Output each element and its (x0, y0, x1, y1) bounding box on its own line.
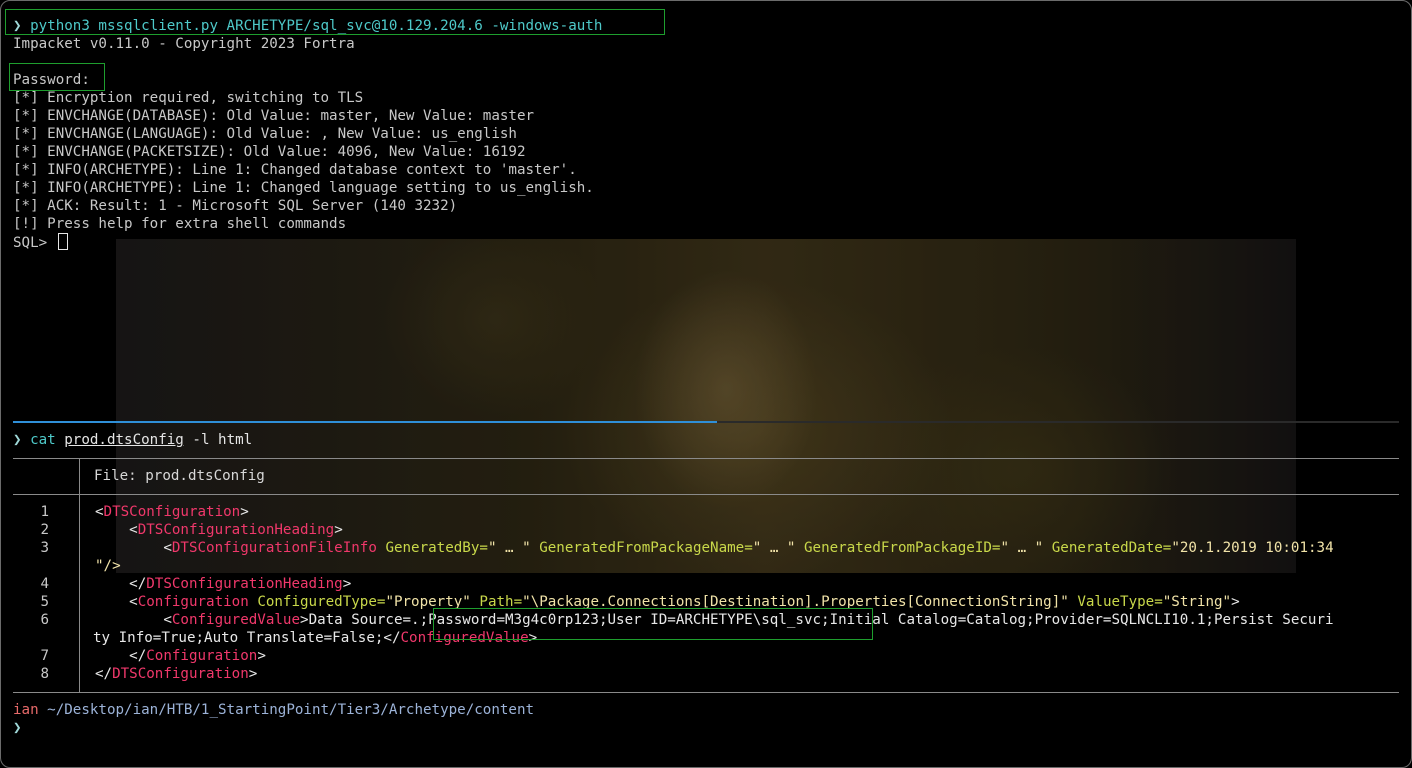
line-number: 8 (40, 666, 49, 682)
code-line-7: </Configuration> (129, 648, 266, 664)
progress-bar (13, 421, 1399, 423)
table-bottom-rule (13, 692, 1399, 693)
code-line-4: </DTSConfigurationHeading> (129, 576, 352, 592)
line-number: 2 (40, 522, 49, 538)
output-line: [*] ENVCHANGE(DATABASE): Old Value: mast… (13, 108, 535, 124)
header-rule (13, 494, 1399, 495)
prompt-cwd: ~/Desktop/ian/HTB/1_StartingPoint/Tier3/… (38, 702, 535, 718)
text-cursor (57, 233, 68, 250)
output-line: [*] ACK: Result: 1 - Microsoft SQL Serve… (13, 198, 458, 214)
line-number: 1 (40, 504, 49, 520)
output-line: [*] INFO(ARCHETYPE): Line 1: Changed lan… (13, 180, 594, 196)
gutter-divider (79, 495, 80, 693)
code-line-3: <DTSConfigurationFileInfo GeneratedBy=" … (163, 540, 1334, 556)
sql-prompt: SQL> (13, 235, 56, 251)
prompt-arrow-icon: ❯ (13, 432, 22, 448)
shell-prompt-input[interactable]: ❯ (13, 719, 22, 737)
line-number: 7 (40, 648, 49, 664)
gutter-divider-header (79, 459, 80, 495)
terminal-window[interactable]: ❯ python3 mssqlclient.py ARCHETYPE/sql_s… (0, 0, 1412, 768)
line-number: 6 (40, 612, 49, 628)
highlight-box-credentials (433, 608, 873, 640)
line-number: 4 (40, 576, 49, 592)
output-line: [*] Encryption required, switching to TL… (13, 90, 364, 106)
code-line-3-wrap: "/> (95, 558, 121, 574)
command-line-2: ❯ cat prod.dtsConfig -l html (13, 431, 252, 449)
shell-prompt-path: ian ~/Desktop/ian/HTB/1_StartingPoint/Ti… (13, 701, 534, 719)
command-text-2: cat (30, 432, 65, 448)
highlight-box-command (5, 9, 665, 35)
prompt-user: ian (13, 702, 39, 718)
output-line: [*] ENVCHANGE(PACKETSIZE): Old Value: 40… (13, 144, 526, 160)
highlight-box-password (9, 63, 105, 91)
code-line-8: </DTSConfiguration> (95, 666, 258, 682)
output-line: Impacket v0.11.0 - Copyright 2023 Fortra (13, 36, 355, 52)
line-number: 5 (40, 594, 49, 610)
table-top-rule (13, 458, 1399, 459)
code-line-2: <DTSConfigurationHeading> (129, 522, 343, 538)
output-line: [*] ENVCHANGE(LANGUAGE): Old Value: , Ne… (13, 126, 517, 142)
line-number: 3 (40, 540, 49, 556)
output-line: [!] Press help for extra shell commands (13, 216, 347, 232)
command-flags: -l html (183, 432, 253, 448)
prompt-arrow-icon: ❯ (13, 720, 22, 736)
progress-fill (13, 421, 718, 423)
sql-prompt-line[interactable]: SQL> (13, 233, 68, 251)
code-line-1: <DTSConfiguration> (95, 504, 249, 520)
file-header: File: prod.dtsConfig (94, 468, 265, 484)
command-file-arg: prod.dtsConfig (64, 432, 184, 448)
output-line: [*] INFO(ARCHETYPE): Line 1: Changed dat… (13, 162, 577, 178)
